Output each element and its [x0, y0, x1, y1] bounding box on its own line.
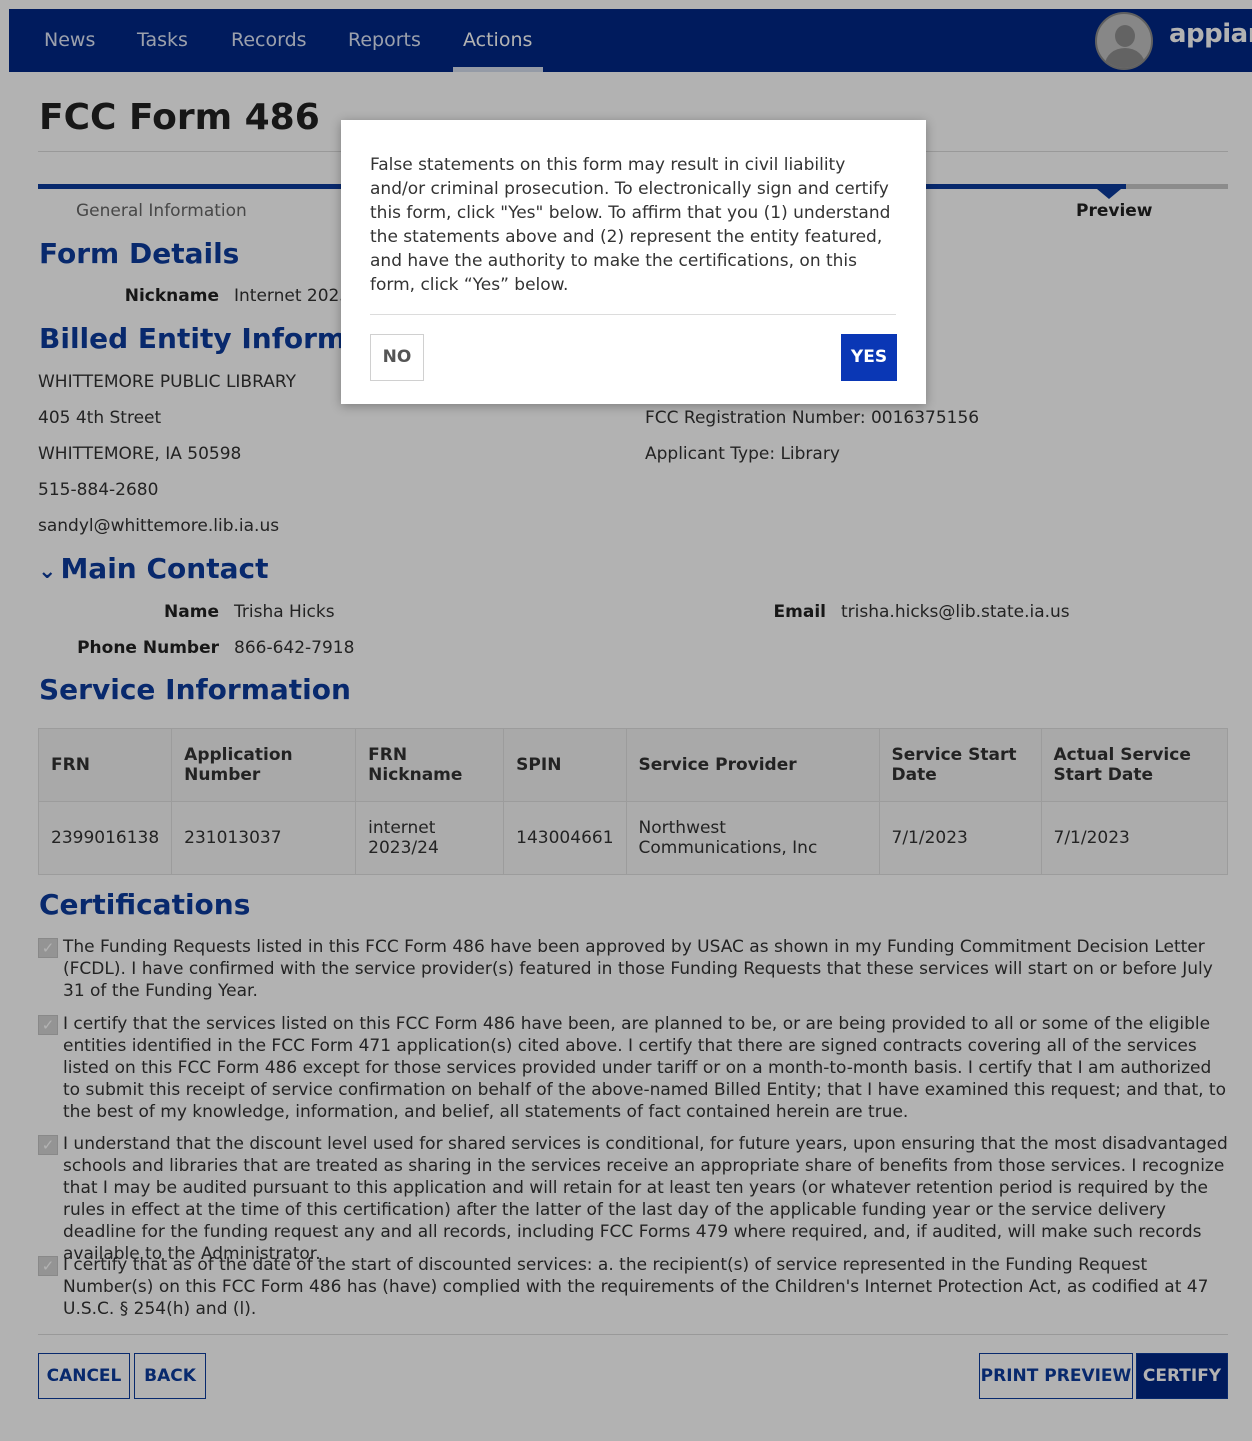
no-button[interactable]: NO — [370, 334, 424, 381]
yes-button[interactable]: YES — [841, 334, 897, 381]
dialog-message: False statements on this form may result… — [370, 155, 891, 295]
dialog-divider — [370, 314, 896, 315]
confirmation-dialog: False statements on this form may result… — [341, 120, 926, 404]
